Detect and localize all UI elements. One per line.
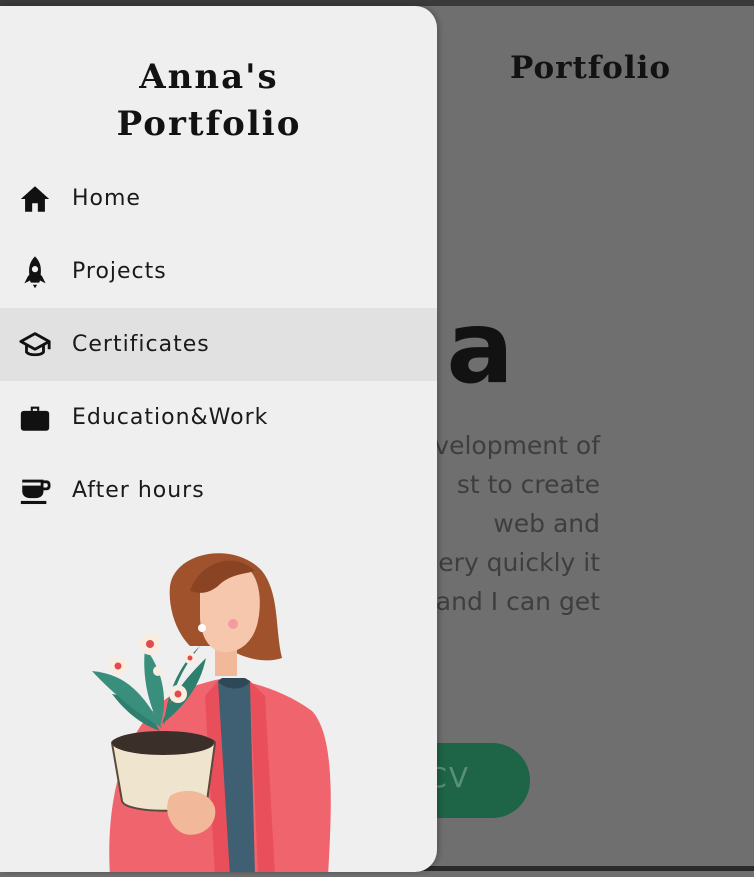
- drawer-title: Anna's Portfolio: [0, 54, 418, 148]
- briefcase-icon: [18, 401, 52, 435]
- nav-item-label: Home: [72, 186, 141, 211]
- nav-item-label: Projects: [72, 259, 167, 284]
- graduation-cap-icon: [18, 328, 52, 362]
- drawer-nav: Home Projects Certificates Education&Wor…: [0, 162, 437, 527]
- nav-item-education-work[interactable]: Education&Work: [0, 381, 437, 454]
- navigation-drawer: Anna's Portfolio Home Projects Certifica…: [0, 6, 437, 872]
- home-icon: [18, 182, 52, 216]
- nav-item-home[interactable]: Home: [0, 162, 437, 235]
- header-portfolio-title: Portfolio: [510, 50, 672, 86]
- nav-item-label: After hours: [72, 478, 205, 503]
- rocket-icon: [18, 255, 52, 289]
- nav-item-label: Certificates: [72, 332, 210, 357]
- woman-holding-plant-illustration: [92, 553, 331, 872]
- nav-item-label: Education&Work: [72, 405, 269, 430]
- drawer-title-line2: Portfolio: [116, 104, 302, 144]
- nav-item-projects[interactable]: Projects: [0, 235, 437, 308]
- nav-item-after-hours[interactable]: After hours: [0, 454, 437, 527]
- coffee-cup-icon: [18, 474, 52, 508]
- drawer-title-line1: Anna's: [139, 57, 279, 97]
- nav-item-certificates[interactable]: Certificates: [0, 308, 437, 381]
